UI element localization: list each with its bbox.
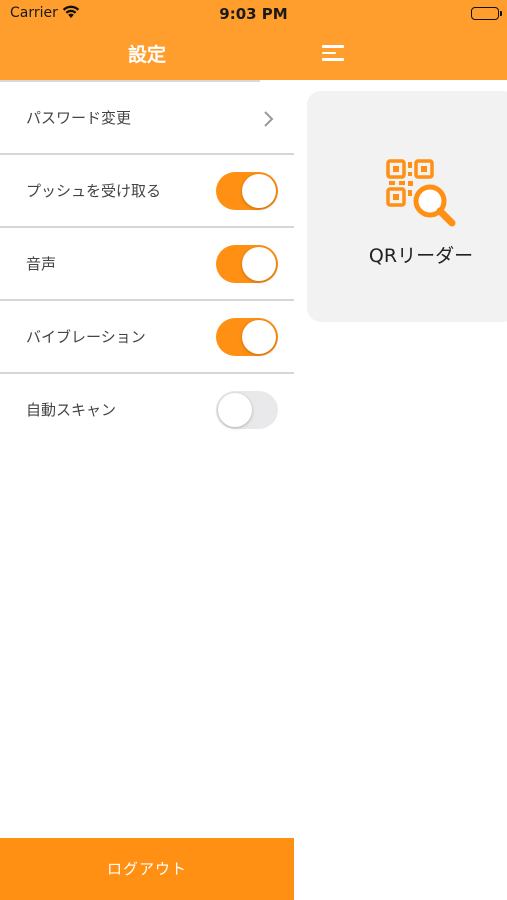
menu-item-vibration: バイブレーション xyxy=(0,301,294,374)
qr-reader-label: QRリーダー xyxy=(368,245,474,267)
vibration-toggle[interactable] xyxy=(216,318,278,356)
qr-search-icon xyxy=(385,158,457,230)
hamburger-menu-icon[interactable] xyxy=(322,45,344,61)
menu-item-label: 音声 xyxy=(26,255,57,273)
logout-button[interactable]: ログアウト xyxy=(0,838,294,900)
menu-item-auto-scan: 自動スキャン xyxy=(0,374,294,447)
menu-item-password-change[interactable]: パスワード変更 xyxy=(0,82,294,155)
battery-icon xyxy=(471,7,499,20)
menu-item-label: 自動スキャン xyxy=(26,401,117,419)
push-toggle[interactable] xyxy=(216,172,278,210)
chevron-right-icon xyxy=(262,110,274,128)
settings-drawer: 設定 パスワード変更 プッシュを受け取る 音声 バイブレーション 自動スキャン … xyxy=(0,0,294,900)
battery-tip xyxy=(500,11,502,16)
qr-reader-card[interactable]: QRリーダー xyxy=(307,91,507,322)
menu-item-label: パスワード変更 xyxy=(26,109,132,127)
auto-scan-toggle[interactable] xyxy=(216,391,278,429)
drawer-title: 設定 xyxy=(127,44,166,66)
menu-item-push: プッシュを受け取る xyxy=(0,155,294,228)
menu-item-label: バイブレーション xyxy=(26,328,146,346)
menu-item-label: プッシュを受け取る xyxy=(26,182,162,200)
sound-toggle[interactable] xyxy=(216,245,278,283)
menu-item-sound: 音声 xyxy=(0,228,294,301)
